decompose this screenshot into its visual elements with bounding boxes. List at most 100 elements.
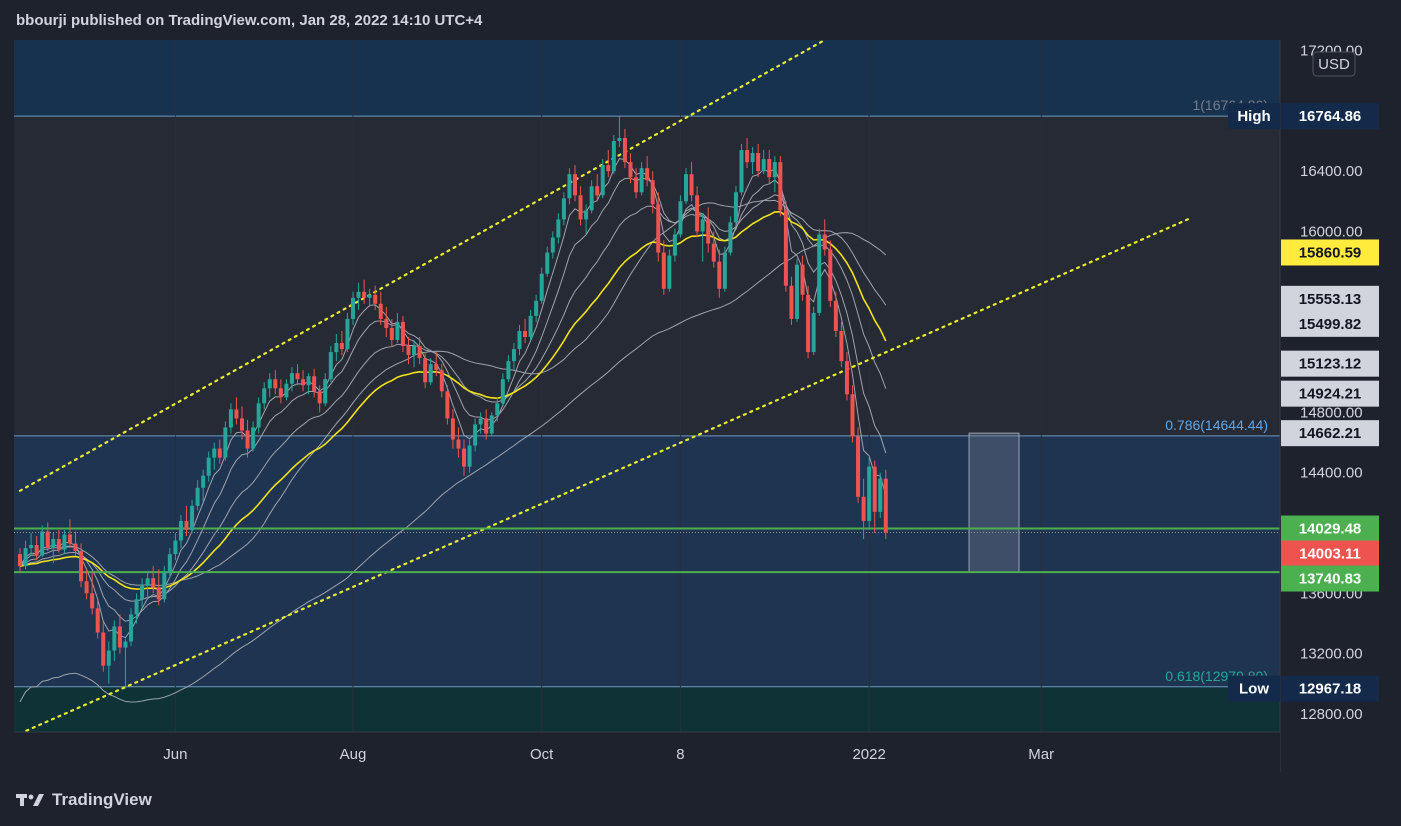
candle-body[interactable] xyxy=(856,436,861,497)
candle-body[interactable] xyxy=(312,376,317,392)
candle-body[interactable] xyxy=(728,222,733,253)
candle-body[interactable] xyxy=(800,264,805,295)
candle-body[interactable] xyxy=(400,321,405,347)
candle-body[interactable] xyxy=(817,234,822,313)
candle-body[interactable] xyxy=(351,297,355,319)
candle-body[interactable] xyxy=(439,370,444,392)
candle-body[interactable] xyxy=(639,168,644,193)
candle-body[interactable] xyxy=(661,252,666,289)
candle-body[interactable] xyxy=(867,466,872,521)
candle-body[interactable] xyxy=(650,180,655,205)
candle-body[interactable] xyxy=(73,543,78,552)
candle-body[interactable] xyxy=(140,585,145,600)
candle-body[interactable] xyxy=(245,430,250,449)
candle-body[interactable] xyxy=(478,418,483,425)
target-box[interactable] xyxy=(968,432,1020,573)
candle-body[interactable] xyxy=(384,318,389,328)
candle-body[interactable] xyxy=(112,626,117,651)
candle-body[interactable] xyxy=(672,234,677,256)
candle-body[interactable] xyxy=(839,330,844,362)
candle-body[interactable] xyxy=(289,373,294,384)
candle-body[interactable] xyxy=(334,343,339,353)
candle-body[interactable] xyxy=(556,219,561,238)
candle-body[interactable] xyxy=(545,252,550,274)
candle-body[interactable] xyxy=(117,626,122,648)
candle-body[interactable] xyxy=(273,379,278,389)
candle-body[interactable] xyxy=(772,162,777,178)
candle-body[interactable] xyxy=(323,379,328,404)
candle-body[interactable] xyxy=(339,343,344,350)
candle-body[interactable] xyxy=(445,391,450,419)
candle-body[interactable] xyxy=(267,379,272,389)
candle-body[interactable] xyxy=(528,315,533,338)
time-axis[interactable] xyxy=(14,732,1280,772)
candle-body[interactable] xyxy=(711,243,716,262)
candle-body[interactable] xyxy=(500,379,505,404)
candle-body[interactable] xyxy=(162,572,167,600)
candle-body[interactable] xyxy=(295,373,300,380)
candle-body[interactable] xyxy=(278,388,283,398)
candle-body[interactable] xyxy=(567,174,572,199)
candle-body[interactable] xyxy=(56,539,61,550)
candle-body[interactable] xyxy=(90,593,95,609)
candle-body[interactable] xyxy=(240,418,244,431)
candle-body[interactable] xyxy=(79,551,84,582)
candle-body[interactable] xyxy=(656,204,661,253)
candle-body[interactable] xyxy=(622,137,627,163)
candle-body[interactable] xyxy=(789,285,794,319)
candle-body[interactable] xyxy=(523,330,528,338)
candle-body[interactable] xyxy=(45,531,50,549)
candle-body[interactable] xyxy=(739,150,744,193)
candle-body[interactable] xyxy=(600,165,605,196)
candle-body[interactable] xyxy=(23,548,28,567)
candle-body[interactable] xyxy=(317,391,322,404)
candle-body[interactable] xyxy=(611,141,616,172)
candle-body[interactable] xyxy=(251,427,256,449)
candle-body[interactable] xyxy=(473,424,478,446)
candle-body[interactable] xyxy=(700,219,705,232)
candle-body[interactable] xyxy=(223,427,228,458)
candle-body[interactable] xyxy=(883,478,888,533)
candle-body[interactable] xyxy=(767,159,772,178)
candle-body[interactable] xyxy=(511,349,516,362)
candle-body[interactable] xyxy=(450,418,455,440)
candle-body[interactable] xyxy=(628,162,633,178)
candle-body[interactable] xyxy=(878,478,883,512)
candle-body[interactable] xyxy=(689,174,694,196)
candle-body[interactable] xyxy=(745,150,750,163)
candle-body[interactable] xyxy=(467,445,472,467)
candle-body[interactable] xyxy=(844,361,849,395)
candle-body[interactable] xyxy=(828,249,833,301)
candle-body[interactable] xyxy=(217,448,222,458)
candle-body[interactable] xyxy=(362,291,367,298)
candle-body[interactable] xyxy=(517,330,522,350)
candle-body[interactable] xyxy=(534,300,539,316)
candle-body[interactable] xyxy=(634,177,639,193)
chart-frame[interactable]: 1(16764.86)0.786(14644.44)0.618(12979.80… xyxy=(14,40,1386,772)
candle-body[interactable] xyxy=(262,388,267,404)
candle-body[interactable] xyxy=(378,303,383,319)
candle-body[interactable] xyxy=(434,364,439,371)
candle-body[interactable] xyxy=(101,632,106,666)
candle-body[interactable] xyxy=(706,219,711,244)
candle-body[interactable] xyxy=(345,318,350,350)
candle-body[interactable] xyxy=(406,346,411,356)
candle-body[interactable] xyxy=(212,448,217,458)
price-chart[interactable]: 1(16764.86)0.786(14644.44)0.618(12979.80… xyxy=(14,40,1386,772)
candle-body[interactable] xyxy=(367,294,372,298)
candle-body[interactable] xyxy=(778,162,783,211)
candle-body[interactable] xyxy=(606,165,611,172)
candle-body[interactable] xyxy=(684,174,688,202)
candle-body[interactable] xyxy=(373,294,378,304)
candle-body[interactable] xyxy=(678,201,683,235)
candle-body[interactable] xyxy=(489,415,494,434)
candle-body[interactable] xyxy=(356,291,361,298)
candle-body[interactable] xyxy=(423,358,428,383)
candle-body[interactable] xyxy=(34,545,39,556)
candle-body[interactable] xyxy=(301,379,306,386)
candle-body[interactable] xyxy=(733,192,738,223)
candle-body[interactable] xyxy=(722,252,727,289)
candle-body[interactable] xyxy=(51,539,56,549)
candle-body[interactable] xyxy=(761,159,766,172)
candle-body[interactable] xyxy=(395,321,400,341)
